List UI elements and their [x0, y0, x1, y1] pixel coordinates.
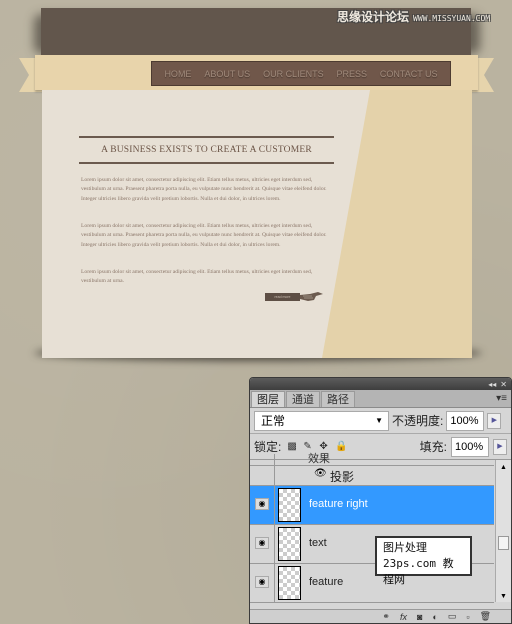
paragraph-2: Lorem ipsum dolor sit amet, consectetur … [81, 223, 327, 248]
eye-icon[interactable]: ◉ [255, 498, 269, 510]
new-layer-icon[interactable]: ▫ [466, 612, 469, 622]
content-page: A BUSINESS EXISTS TO CREATE A CUSTOMER L… [42, 90, 472, 358]
layer-thumbnail [278, 566, 301, 600]
close-icon[interactable]: ✕ [500, 380, 507, 389]
lock-all-icon[interactable]: 🔒 [335, 441, 347, 452]
scroll-down-icon[interactable]: ▼ [500, 593, 507, 600]
eye-icon[interactable]: 👁 [314, 468, 327, 479]
add-mask-icon[interactable]: ◙ [417, 612, 422, 622]
lock-transparency-icon[interactable]: ▩ [287, 441, 297, 452]
layers-scrollbar[interactable]: ▲ ▼ [495, 460, 511, 602]
tab-paths[interactable]: 路径 [321, 391, 355, 407]
panel-tabs: 图层 通道 路径 ▾≡ [250, 390, 511, 408]
watermark: 思缘设计论坛 WWW.MISSYUAN.COM [337, 8, 490, 25]
heading-rule-bottom [79, 162, 334, 164]
nav-home[interactable]: HOME [164, 69, 191, 79]
tab-channels[interactable]: 通道 [286, 391, 320, 407]
tab-layers[interactable]: 图层 [251, 391, 285, 407]
opacity-label: 不透明度: [392, 414, 444, 428]
layers-list: 效果 👁 投影 ◉ feature right ◉ text ◉ feature… [250, 453, 511, 603]
nav-contact-us[interactable]: CONTACT US [380, 69, 438, 79]
layer-row[interactable]: ◉ feature right [250, 486, 494, 525]
main-nav: HOME ABOUT US OUR CLIENTS PRESS CONTACT … [151, 61, 451, 86]
eye-icon[interactable]: ◉ [255, 537, 269, 549]
link-layers-icon[interactable]: ⚭ [382, 611, 390, 622]
layer-name: text [309, 537, 327, 549]
fill-slider-button[interactable]: ▶ [493, 438, 507, 455]
blend-mode-select[interactable]: 正常 ▼ [254, 410, 389, 431]
adjustment-layer-icon[interactable]: ◐ [432, 612, 437, 622]
scroll-up-icon[interactable]: ▲ [500, 464, 507, 471]
eye-icon[interactable]: ◉ [255, 576, 269, 588]
watermark-line-1: 图片处理 [383, 541, 427, 554]
panel-menu-icon[interactable]: ▾≡ [496, 393, 507, 404]
layer-thumbnail [278, 488, 301, 522]
layer-name: feature [309, 576, 344, 588]
watermark-box: 图片处理 23ps.com 教程网 [375, 536, 472, 586]
paragraph-1: Lorem ipsum dolor sit amet, consectetur … [81, 177, 327, 202]
scroll-thumb[interactable] [498, 536, 509, 550]
chevron-down-icon: ▼ [375, 415, 383, 425]
page-heading: A BUSINESS EXISTS TO CREATE A CUSTOMER [101, 145, 312, 155]
effect-drop-shadow-row[interactable]: 👁 投影 [250, 466, 494, 486]
panel-titlebar: ◂◂ ✕ [250, 378, 511, 390]
layers-panel: ◂◂ ✕ 图层 通道 路径 ▾≡ 正常 ▼ 不透明度: 100% ▶ 锁定: ▩… [249, 377, 512, 624]
blend-mode-value: 正常 [261, 413, 286, 428]
panel-footer: ⚭ fx ◙ ◐ ▭ ▫ 🗑 [250, 609, 511, 623]
watermark-cn: 思缘设计论坛 [337, 10, 410, 24]
paragraph-3: Lorem ipsum dolor sit amet, consectetur … [81, 269, 313, 285]
watermark-url: WWW.MISSYUAN.COM [413, 14, 491, 23]
layer-thumbnail [278, 527, 301, 561]
effects-row[interactable]: 效果 [250, 453, 494, 466]
lock-label: 锁定: [254, 440, 282, 454]
collapse-icon[interactable]: ◂◂ [488, 380, 496, 389]
layer-name: feature right [309, 498, 368, 510]
new-group-icon[interactable]: ▭ [448, 611, 457, 622]
heading-rule-top [79, 136, 334, 138]
nav-press[interactable]: PRESS [336, 69, 367, 79]
feature-right-panel [322, 90, 472, 358]
pointing-hand-icon [300, 292, 323, 301]
nav-about-us[interactable]: ABOUT US [204, 69, 250, 79]
nav-our-clients[interactable]: OUR CLIENTS [263, 69, 324, 79]
watermark-line-2: 23ps.com 教程网 [383, 557, 454, 586]
effects-label: 效果 [308, 453, 330, 465]
effect-label: 投影 [330, 470, 355, 484]
blend-row: 正常 ▼ 不透明度: 100% ▶ [250, 408, 511, 434]
read-more-button[interactable]: read more [265, 293, 300, 301]
fx-icon[interactable]: fx [400, 612, 407, 622]
fill-label: 填充: [419, 440, 447, 454]
opacity-slider-button[interactable]: ▶ [487, 412, 502, 429]
opacity-input[interactable]: 100% [446, 410, 485, 431]
trash-icon[interactable]: 🗑 [480, 611, 491, 622]
